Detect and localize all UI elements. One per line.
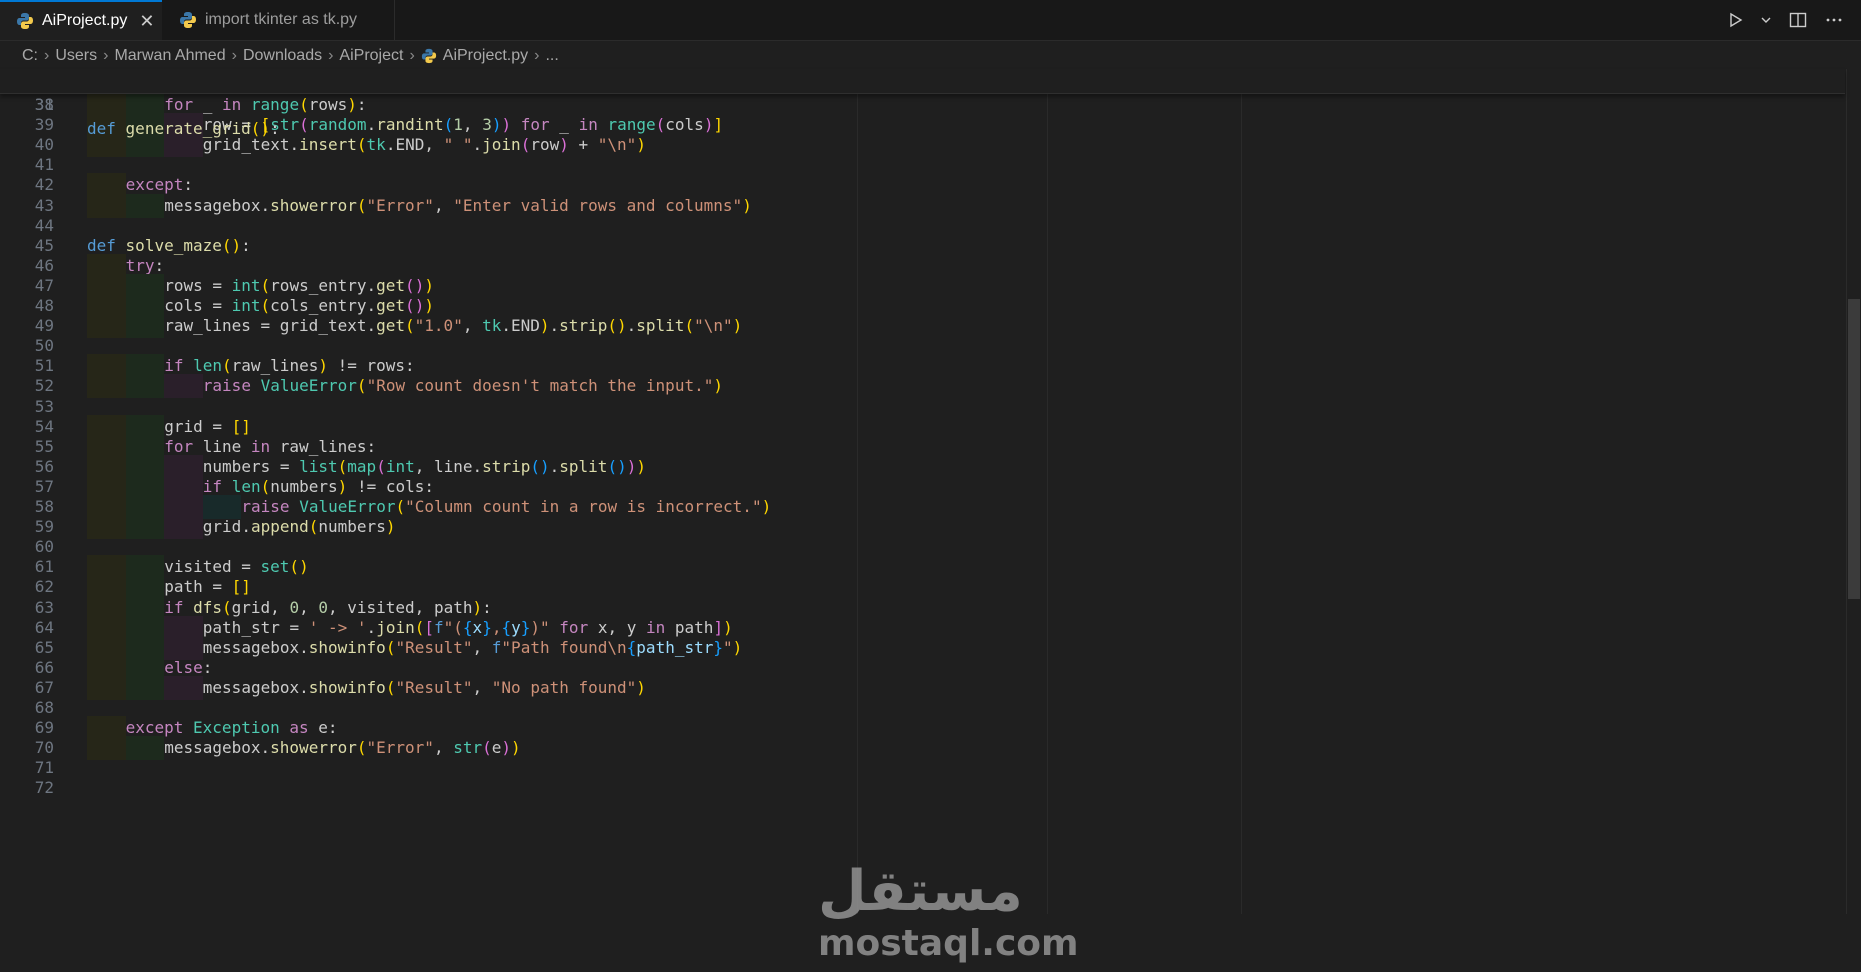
code-line: messagebox.showerror("Error", "Enter val… <box>87 193 752 218</box>
chevron-right-icon: › <box>409 47 415 64</box>
chevron-right-icon: › <box>103 47 109 64</box>
close-icon[interactable]: ✕ <box>139 11 154 32</box>
code-line: messagebox.showinfo("Result", "No path f… <box>87 675 646 700</box>
split-editor-icon[interactable] <box>1789 11 1807 29</box>
watermark-arabic: مستقل <box>818 859 1023 924</box>
breadcrumb-item[interactable]: Downloads <box>243 47 322 65</box>
chevron-down-icon[interactable] <box>1761 15 1771 25</box>
breadcrumb: C: › Users › Marwan Ahmed › Downloads › AiProjec… <box>0 41 1861 71</box>
python-file-icon <box>180 12 196 28</box>
chevron-right-icon: › <box>231 47 237 64</box>
ruler-guide <box>1241 93 1242 914</box>
breadcrumb-item[interactable]: AiProject <box>339 47 403 65</box>
more-actions-icon[interactable] <box>1825 11 1843 29</box>
editor-actions <box>1727 0 1861 40</box>
ruler-guide <box>1047 93 1048 914</box>
breadcrumb-item[interactable]: Users <box>55 47 97 65</box>
watermark-logo: مستقل mostaql.com <box>818 859 1079 972</box>
code-line: def generate_grid(): <box>87 119 280 138</box>
code-editor[interactable]: 31 def generate_grid(): 38 for _ in range… <box>0 69 1861 964</box>
breadcrumb-item[interactable]: Marwan Ahmed <box>114 47 225 65</box>
tab-label: import tkinter as tk.py <box>205 11 358 28</box>
watermark-latin: mostaql.com <box>818 923 1079 964</box>
breadcrumb-item[interactable]: ... <box>545 47 558 65</box>
python-file-icon <box>421 48 436 64</box>
code-line: messagebox.showerror("Error", str(e)) <box>87 736 521 761</box>
chevron-right-icon: › <box>534 47 540 64</box>
chevron-right-icon: › <box>44 47 50 64</box>
chevron-right-icon: › <box>328 47 334 64</box>
sticky-scroll-header[interactable]: 31 def generate_grid(): <box>0 69 1845 138</box>
scrollbar-thumb[interactable] <box>1848 299 1860 599</box>
tab-bar: AiProject.py ✕ import tkinter as tk.py <box>0 0 1861 41</box>
python-file-icon <box>17 13 33 29</box>
line-number: 31 <box>34 95 54 114</box>
breadcrumb-item[interactable]: C: <box>22 47 38 65</box>
run-icon[interactable] <box>1727 12 1743 28</box>
code-line: grid.append(numbers) <box>87 515 395 540</box>
code-line: raise ValueError("Row count doesn't matc… <box>87 374 723 399</box>
code-line: raw_lines = grid_text.get("1.0", tk.END)… <box>87 314 742 339</box>
ruler-guide <box>857 93 858 914</box>
tab-aiproject[interactable]: AiProject.py ✕ <box>0 0 162 40</box>
line-number: 72 <box>34 778 54 798</box>
tab-label: AiProject.py <box>42 12 128 29</box>
tab-import-tkinter[interactable]: import tkinter as tk.py <box>163 0 395 40</box>
breadcrumb-item[interactable]: AiProject.py <box>443 47 528 65</box>
vertical-scrollbar[interactable] <box>1846 69 1861 914</box>
